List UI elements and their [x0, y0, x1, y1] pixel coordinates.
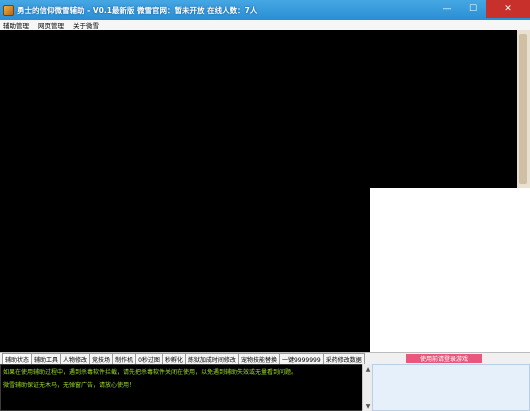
menu-item-web-manage[interactable]: 网页管理 [38, 20, 64, 30]
login-game-button[interactable]: 使用前请登录游戏 [406, 354, 482, 363]
tab-herb-data-edit[interactable]: 采药修改数据 [322, 353, 365, 364]
minimize-button[interactable]: — [434, 0, 460, 18]
menu-item-assist-manage[interactable]: 辅助管理 [3, 20, 29, 30]
title-bar[interactable]: 勇士的信仰微雪辅助 - V0.1最新版 微雪官网：暂未开放 在线人数：7人 — … [0, 0, 530, 20]
maximize-button[interactable]: ☐ [460, 0, 486, 18]
tab-purgatory-time[interactable]: 炼狱加成时间修改 [184, 353, 239, 364]
tab-one-key-9999999[interactable]: 一键9999999 [278, 353, 324, 364]
tab-assist-status[interactable]: 辅助状态 [2, 353, 33, 364]
tab-crafting[interactable]: 制作机 [112, 353, 137, 364]
menu-item-about[interactable]: 关于微雪 [73, 20, 99, 30]
blank-panel [370, 188, 530, 352]
tab-pet-skill-replace[interactable]: 宠物技能替换 [237, 353, 280, 364]
window-title: 勇士的信仰微雪辅助 - V0.1最新版 微雪官网：暂未开放 在线人数：7人 [17, 5, 258, 15]
log-line: 如果在使用辅助过程中，遇到杀毒软件拦截，请先把杀毒软件关闭在使用，以免遇到辅助失… [3, 369, 298, 376]
tab-arena[interactable]: 竞技场 [89, 353, 114, 364]
log-scrollbar[interactable]: ▲ ▼ [362, 364, 372, 411]
tab-character-edit[interactable]: 人物修改 [60, 353, 91, 364]
scroll-down-arrow-icon[interactable]: ▼ [364, 402, 372, 410]
scrollbar-thumb[interactable] [519, 34, 527, 184]
scroll-up-arrow-icon[interactable]: ▲ [364, 365, 372, 373]
tab-instant-hatch[interactable]: 秒孵化 [161, 353, 186, 364]
vertical-scrollbar[interactable] [517, 30, 530, 188]
log-line: 微雪辅助保证无木马，无弹窗广告，请放心使用！ [3, 382, 136, 389]
log-output: 如果在使用辅助过程中，遇到杀毒软件拦截，请先把杀毒软件关闭在使用，以免遇到辅助失… [0, 364, 372, 411]
menu-bar: 辅助管理 网页管理 关于微雪 [0, 20, 530, 30]
close-button[interactable]: ✕ [486, 0, 530, 18]
tab-zero-second-clear[interactable]: 0秒过图 [135, 353, 163, 364]
side-panel [372, 364, 530, 411]
tab-assist-tools[interactable]: 辅助工具 [31, 353, 62, 364]
window-controls: — ☐ ✕ [434, 0, 530, 20]
app-icon [3, 4, 14, 16]
